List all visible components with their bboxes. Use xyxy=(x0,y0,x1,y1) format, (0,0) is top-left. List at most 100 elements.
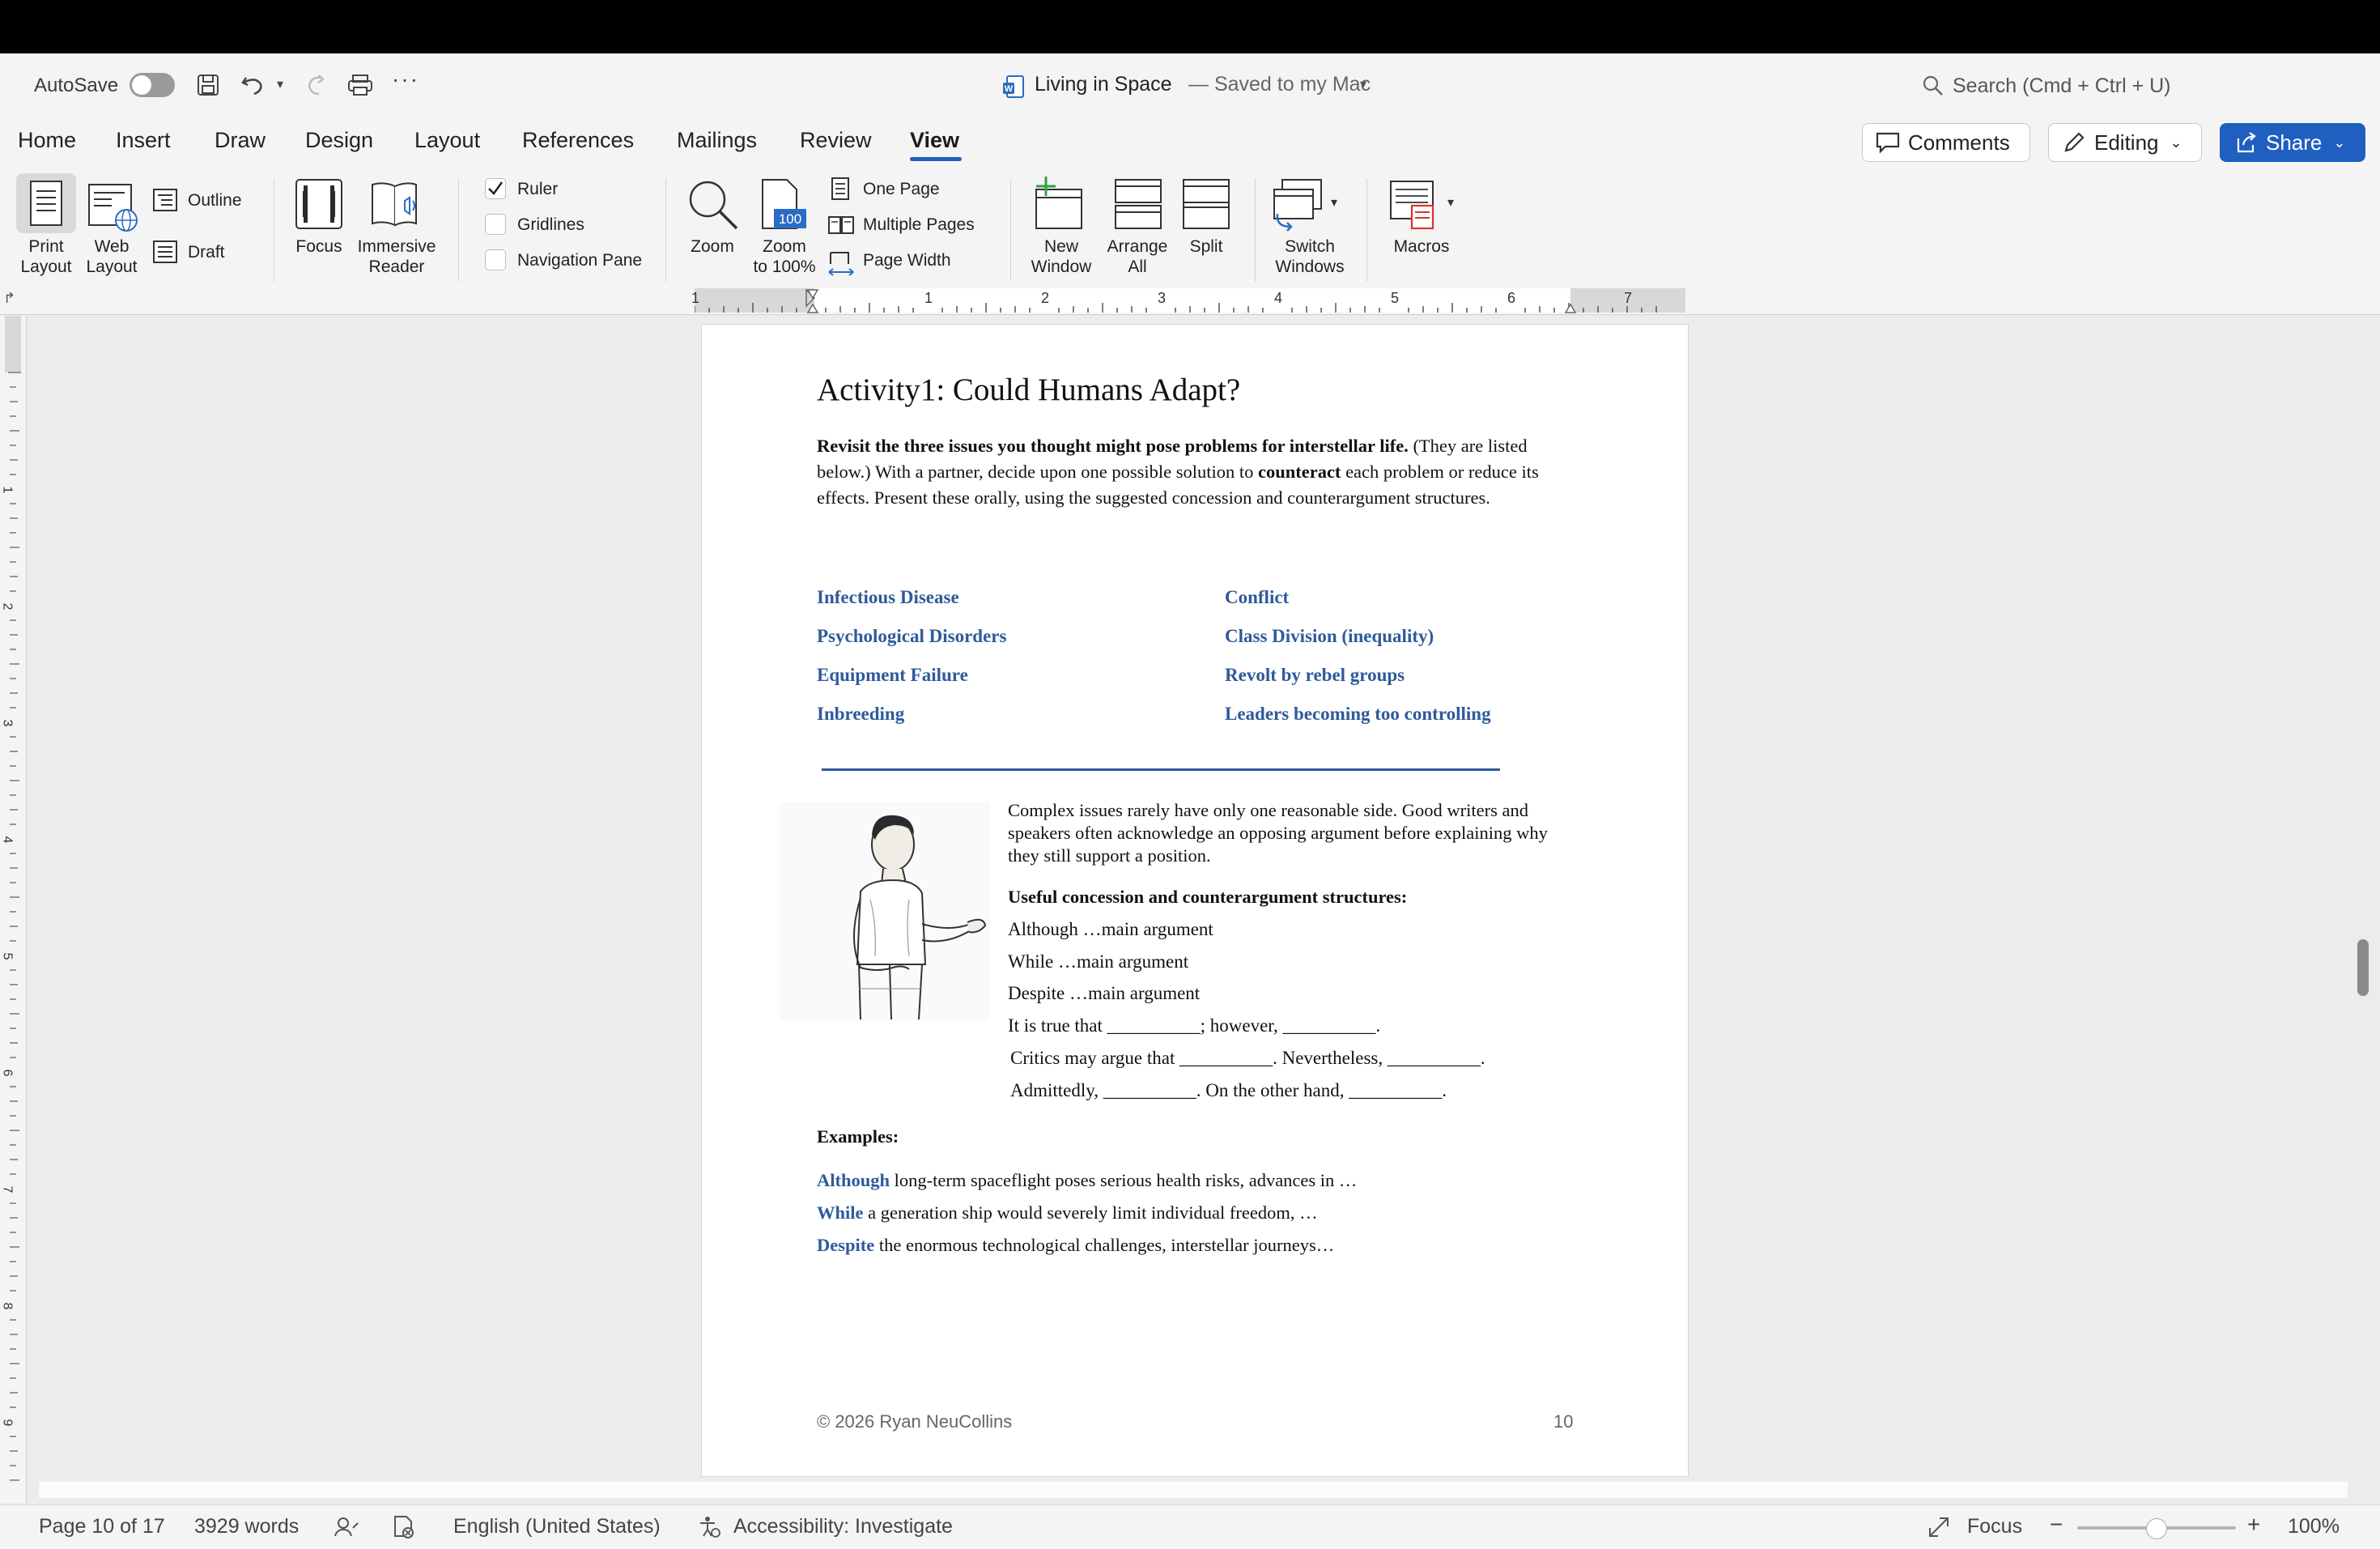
focus-label[interactable]: Focus xyxy=(288,236,350,257)
switch-windows-icon[interactable] xyxy=(1271,178,1324,232)
tab-view[interactable]: View xyxy=(910,128,959,153)
arrange-all-label[interactable]: Arrange All xyxy=(1103,236,1172,277)
immersive-reader-label[interactable]: Immersive Reader xyxy=(353,236,440,277)
vertical-ruler[interactable]: 1 2 3 4 5 6 7 8 9 xyxy=(0,316,27,1503)
issue-item: Psychological Disorders xyxy=(817,626,1007,646)
macros-chevron-icon[interactable]: ▾ xyxy=(1447,194,1454,211)
issue-item: Revolt by rebel groups xyxy=(1225,665,1405,685)
print-layout-button[interactable] xyxy=(16,173,76,233)
chevron-down-icon: ⌄ xyxy=(2170,134,2182,151)
switch-windows-label[interactable]: Switch Windows xyxy=(1263,236,1357,277)
focus-icon[interactable] xyxy=(295,178,343,230)
title-dropdown-icon[interactable]: ▾ xyxy=(1360,76,1366,92)
zoom-level[interactable]: 100% xyxy=(2288,1515,2340,1538)
draft-icon[interactable] xyxy=(152,240,178,264)
switch-windows-chevron-icon[interactable]: ▾ xyxy=(1331,194,1337,211)
more-options-icon[interactable]: ··· xyxy=(392,66,419,92)
accessibility-icon[interactable] xyxy=(698,1515,722,1539)
word-count[interactable]: 3929 words xyxy=(194,1515,299,1538)
focus-mode-label[interactable]: Focus xyxy=(1967,1515,2022,1538)
ruler-label[interactable]: Ruler xyxy=(517,180,558,199)
page-width-icon[interactable] xyxy=(827,249,855,277)
web-layout-label[interactable]: Web Layout xyxy=(79,236,144,277)
structure-item: It is true that __________; however, ___… xyxy=(1008,1015,1381,1036)
tab-references[interactable]: References xyxy=(522,128,634,153)
zoom-out-icon[interactable]: − xyxy=(2050,1512,2063,1538)
split-label[interactable]: Split xyxy=(1174,236,1239,257)
zoom-icon[interactable] xyxy=(686,178,740,232)
tab-mailings[interactable]: Mailings xyxy=(677,128,757,153)
page-count[interactable]: Page 10 of 17 xyxy=(39,1515,165,1538)
multiple-pages-label[interactable]: Multiple Pages xyxy=(863,215,975,235)
zoom-label[interactable]: Zoom xyxy=(680,236,745,257)
ruler-number: 5 xyxy=(1391,290,1400,306)
new-window-label[interactable]: New Window xyxy=(1022,236,1101,277)
activity-heading: Activity1: Could Humans Adapt? xyxy=(817,372,1241,407)
share-button[interactable]: Share ⌄ xyxy=(2220,123,2365,162)
save-status: — Saved to my Mac xyxy=(1188,73,1371,96)
zoom-to-100-icon[interactable]: 100 xyxy=(759,178,808,232)
tab-draw[interactable]: Draw xyxy=(215,128,266,153)
draft-label[interactable]: Draft xyxy=(188,243,225,262)
one-page-icon[interactable] xyxy=(831,177,850,201)
print-layout-label: Print Layout xyxy=(20,237,72,276)
proofing-icon[interactable] xyxy=(334,1515,361,1539)
split-icon[interactable] xyxy=(1182,178,1230,230)
search-input[interactable]: Search (Cmd + Ctrl + U) xyxy=(1953,74,2171,98)
page-width-label[interactable]: Page Width xyxy=(863,251,951,270)
comments-button[interactable]: Comments xyxy=(1862,123,2030,162)
zoom-slider-thumb[interactable] xyxy=(2146,1518,2167,1539)
tab-selector-icon[interactable]: ↱ xyxy=(3,290,15,307)
arrange-all-icon[interactable] xyxy=(1114,178,1162,230)
footer-page-number: 10 xyxy=(1553,1411,1574,1432)
outline-label[interactable]: Outline xyxy=(188,191,242,211)
document-title[interactable]: Living in Space xyxy=(1035,73,1172,96)
tab-insert[interactable]: Insert xyxy=(116,128,171,153)
undo-dropdown-icon[interactable]: ▾ xyxy=(277,76,283,92)
gridlines-label[interactable]: Gridlines xyxy=(517,215,584,235)
autosave-toggle[interactable] xyxy=(130,73,175,97)
autosave-label: AutoSave xyxy=(34,74,119,96)
tab-design[interactable]: Design xyxy=(305,128,373,153)
multiple-pages-icon[interactable] xyxy=(827,215,855,236)
navigation-pane-checkbox[interactable] xyxy=(485,249,506,270)
macros-icon[interactable] xyxy=(1389,180,1443,232)
zoom-in-icon[interactable]: + xyxy=(2247,1512,2260,1538)
tab-review[interactable]: Review xyxy=(800,128,872,153)
horizontal-scrollbar[interactable] xyxy=(39,1482,2348,1498)
tab-layout[interactable]: Layout xyxy=(414,128,480,153)
language-indicator[interactable]: English (United States) xyxy=(453,1515,661,1538)
share-icon xyxy=(2237,132,2256,153)
outline-icon[interactable] xyxy=(152,188,178,212)
editing-button[interactable]: Editing ⌄ xyxy=(2048,123,2202,162)
section-divider xyxy=(822,768,1500,771)
navigation-pane-label[interactable]: Navigation Pane xyxy=(517,251,642,270)
gridlines-checkbox[interactable] xyxy=(485,214,506,235)
vertical-scrollbar[interactable] xyxy=(2354,324,2372,1482)
scrollbar-thumb[interactable] xyxy=(2357,939,2369,996)
web-layout-icon[interactable] xyxy=(87,183,139,235)
ruler-checkbox[interactable] xyxy=(485,178,506,199)
focus-mode-icon[interactable] xyxy=(1927,1515,1951,1539)
checkmark-icon xyxy=(488,181,504,195)
new-window-icon[interactable] xyxy=(1035,175,1085,232)
document-check-icon[interactable] xyxy=(392,1515,416,1539)
tab-home[interactable]: Home xyxy=(18,128,76,153)
document-page[interactable]: Activity1: Could Humans Adapt? Revisit t… xyxy=(701,324,1689,1477)
ribbon-separator xyxy=(1255,178,1256,282)
macros-label[interactable]: Macros xyxy=(1381,236,1462,257)
concession-paragraph: Complex issues rarely have only one reas… xyxy=(1008,800,1548,866)
ribbon-separator xyxy=(665,178,666,282)
one-page-label[interactable]: One Page xyxy=(863,180,940,199)
print-icon[interactable] xyxy=(346,73,374,97)
redo-icon[interactable] xyxy=(304,73,329,97)
immersive-reader-icon[interactable] xyxy=(369,180,424,230)
speaker-illustration xyxy=(780,802,990,1021)
comments-label: Comments xyxy=(1908,130,2010,155)
structure-item: Admittedly, __________. On the other han… xyxy=(1010,1080,1447,1100)
horizontal-ruler[interactable]: ↱ 1 1 2 3 4 5 6 7 xyxy=(0,288,2380,315)
undo-icon[interactable] xyxy=(240,73,266,97)
accessibility-status[interactable]: Accessibility: Investigate xyxy=(733,1515,953,1538)
save-icon[interactable] xyxy=(196,73,220,97)
zoom-to-100-label[interactable]: Zoom to 100% xyxy=(742,236,827,277)
